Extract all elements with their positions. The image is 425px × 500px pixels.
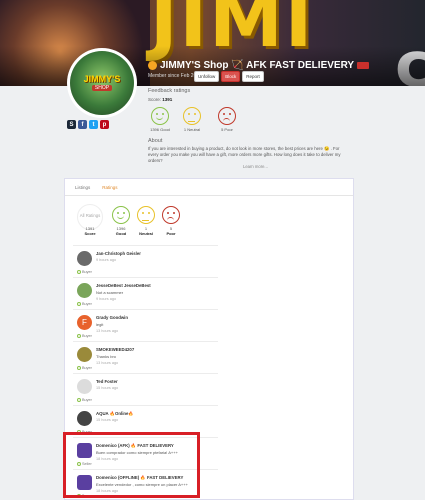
highlight-box [63,432,200,498]
learn-more-link[interactable]: Learn more... [243,164,268,169]
reviewer-name[interactable]: JesseDeBest JesseDeBest [96,283,151,288]
reviewer-avatar[interactable] [77,347,92,362]
reviewer-avatar[interactable] [77,379,92,394]
neutral-count: 1 Neutral [183,127,201,132]
review-item: Ted Foster 15 hours ago Buyer [73,373,218,405]
review-time: 9 hours ago [96,258,117,262]
reviewer-name[interactable]: AQUA 🔥Online🔥 [96,411,134,417]
neutral-filter-icon[interactable] [137,206,155,224]
reviewer-name[interactable]: Ted Foster [96,379,118,384]
review-item: JesseDeBest JesseDeBest Not a scammer 9 … [73,277,218,309]
review-item: F Grady Goodwin legit 13 hours ago Buyer [73,309,218,341]
good-face-icon [151,107,169,125]
steam-icon[interactable]: S [67,120,76,129]
good-filter-icon[interactable] [112,206,130,224]
review-time: 13 hours ago [96,361,119,365]
block-button[interactable]: Block [221,71,241,82]
tab-listings[interactable]: Listings [75,185,90,190]
tabs: Listings Ratings [75,185,118,190]
tab-ratings[interactable]: Ratings [102,185,117,190]
unfollow-button[interactable]: Unfollow [194,71,220,82]
check-icon [77,302,81,306]
avatar-logo-text: JIMMY'S [83,74,121,84]
avatar-logo-sub: SHOP [91,85,113,91]
poor-filter-icon[interactable] [162,206,180,224]
shop-title: JIMMY'S Shop 🏹 AFK FAST DELIEVERY [148,60,370,71]
good-count: 1396 Good [150,127,170,132]
twitter-icon[interactable]: t [89,120,98,129]
shop-avatar: JIMMY'S SHOP [67,48,137,118]
facebook-icon[interactable]: f [78,120,87,129]
reviewer-avatar[interactable] [77,251,92,266]
review-item: SMOKEWEED4207 Thanks bro 13 hours ago Bu… [73,341,218,373]
report-button[interactable]: Report [242,71,264,82]
reviewer-role: Buyer [77,334,92,338]
feedback-score: Score: 1391 [148,97,173,102]
reviewer-role: Buyer [77,302,92,306]
review-message: Not a scammer [96,290,124,295]
reviewer-avatar[interactable] [77,283,92,298]
reviewer-name[interactable]: Jan-Christoph Geisler [96,251,141,256]
review-message: Thanks bro [96,354,117,359]
flag-icon [357,62,370,69]
pinterest-icon[interactable]: p [100,120,109,129]
reviewer-name[interactable]: SMOKEWEED4207 [96,347,134,352]
reviewer-role: Buyer [77,366,92,370]
reviewer-avatar[interactable] [77,411,92,426]
profile-actions: Unfollow Block Report [194,71,264,82]
shop-badge-icon [148,61,157,70]
review-time: 9 hours ago [96,297,117,301]
reviewer-avatar[interactable]: F [77,315,92,330]
neutral-face-icon [183,107,201,125]
review-time: 15 hours ago [96,418,119,422]
poor-face-icon [218,107,236,125]
feedback-title: Feedback ratings [148,88,191,94]
check-icon [77,270,81,274]
reviewer-role: Buyer [77,398,92,402]
shop-title-text: JIMMY'S Shop 🏹 AFK FAST DELIEVERY [160,60,355,71]
about-title: About [148,138,163,144]
reviewer-role: Buyer [77,270,92,274]
summary-neutral: 1 Neutral [139,226,153,236]
review-message: legit [96,322,104,327]
reviewer-name[interactable]: Grady Goodwin [96,315,128,320]
summary-poor: 5 Poor [166,226,176,236]
about-text: If you are interested in buying a produc… [148,146,341,163]
review-item: Jan-Christoph Geisler 9 hours ago Buyer [73,245,218,277]
review-time: 15 hours ago [96,386,119,390]
summary-good: 1396 Good [115,226,127,236]
review-time: 13 hours ago [96,329,119,333]
check-icon [77,334,81,338]
social-links: S f t p [67,120,109,129]
check-icon [77,366,81,370]
summary-score: 1391 Score [84,226,96,236]
poor-count: 5 Poor [221,127,233,132]
check-icon [77,398,81,402]
